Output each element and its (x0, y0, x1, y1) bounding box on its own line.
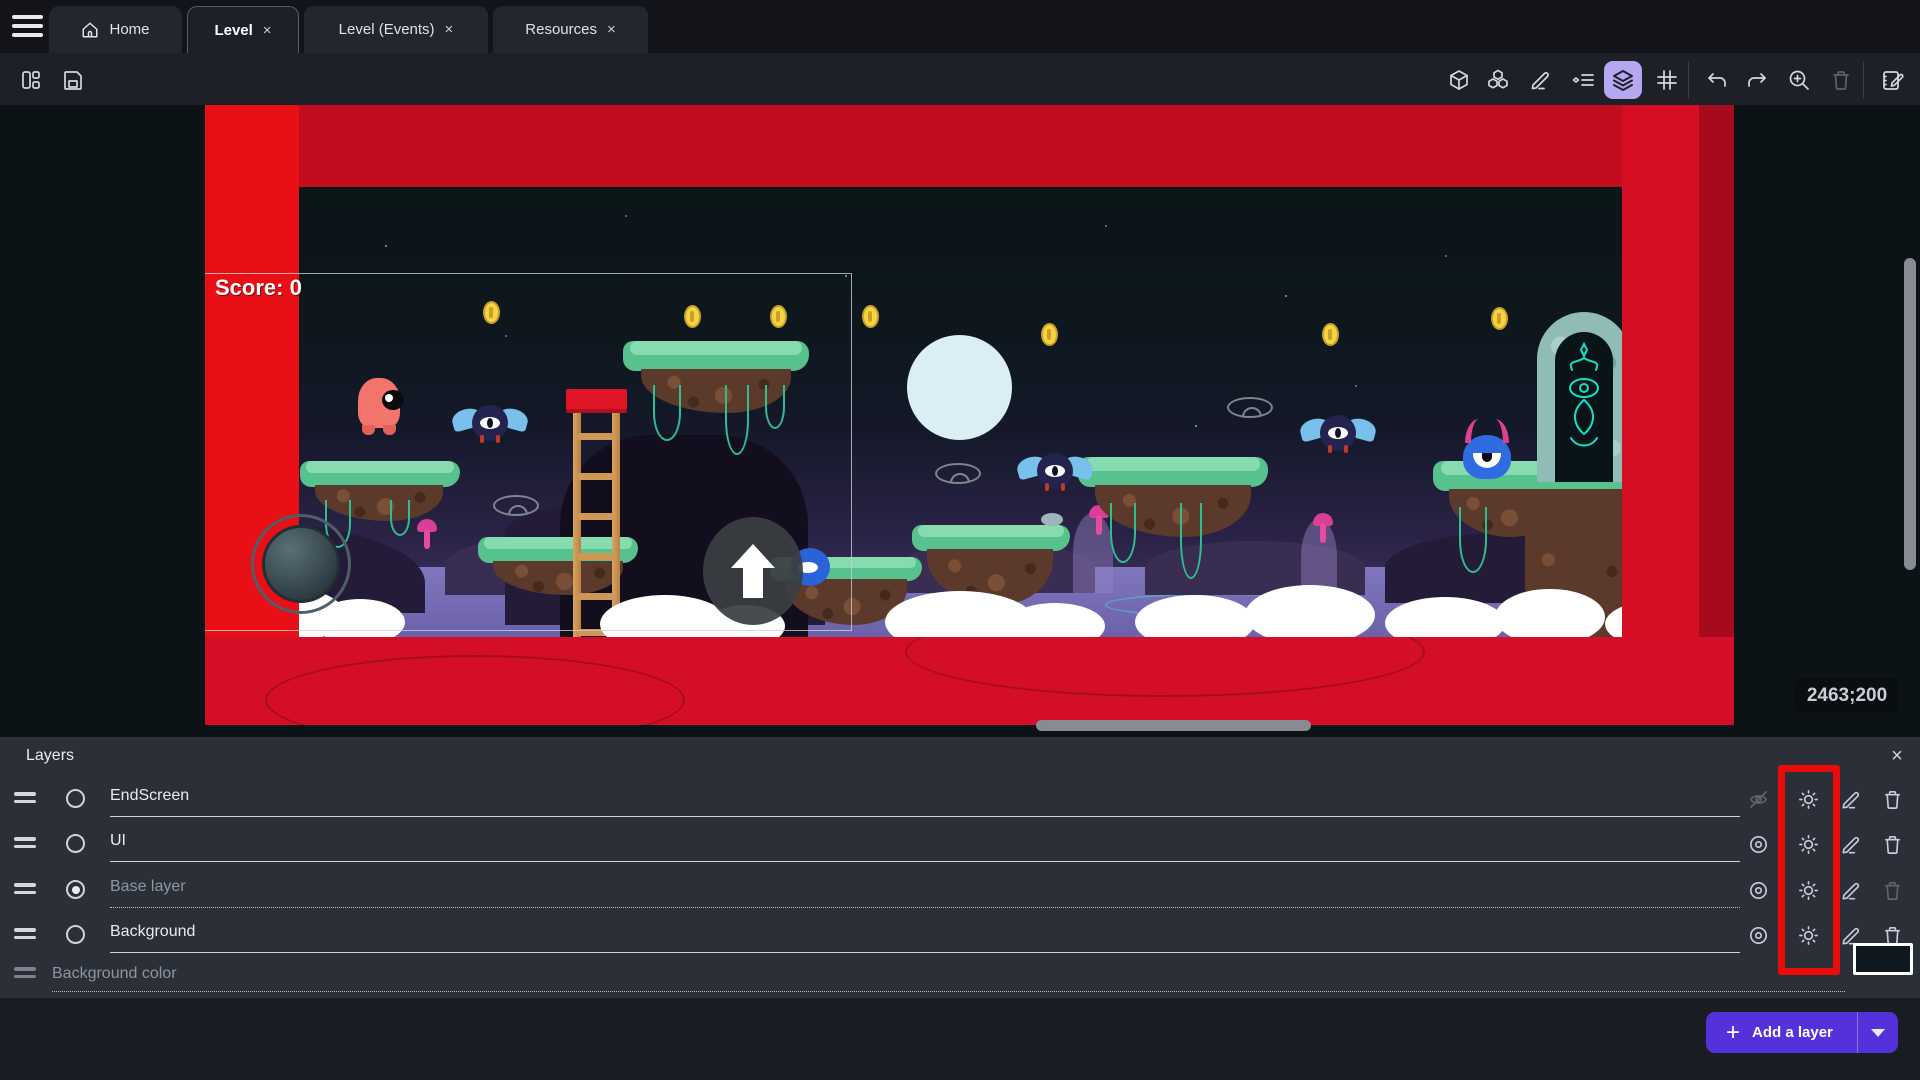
chevron-down-icon (1871, 1029, 1885, 1037)
spooky-eye (935, 463, 981, 484)
layer-select-radio[interactable] (66, 789, 85, 808)
layer-name-field[interactable]: EndScreen (110, 787, 1740, 817)
add-layer-button[interactable]: + Add a layer (1706, 1012, 1898, 1053)
arrow-up-icon (727, 542, 779, 600)
hamburger-menu-icon[interactable] (12, 15, 43, 38)
cursor-coordinates-badge: 2463;200 (1795, 678, 1899, 713)
plus-icon: + (1706, 1021, 1752, 1045)
editor-toolbar: Preview Publish (0, 53, 1920, 105)
add-layer-dropdown-button[interactable] (1858, 1029, 1898, 1037)
divider (52, 991, 1845, 992)
layer-row-base-layer: Base layer (0, 870, 1920, 910)
background-color-label: Background color (52, 965, 177, 983)
bat-enemy[interactable] (1300, 415, 1376, 455)
visibility-eye-off-icon[interactable] (1744, 785, 1772, 813)
layer-select-radio[interactable] (66, 925, 85, 944)
visibility-eye-icon[interactable] (1744, 921, 1772, 949)
close-icon[interactable]: × (445, 21, 454, 38)
game-scene: Score: 0 (205, 105, 1734, 725)
tab-label: Level (214, 22, 252, 39)
close-icon[interactable]: × (1884, 743, 1910, 769)
divider (1688, 61, 1689, 99)
virtual-joystick[interactable] (251, 514, 351, 614)
tab-level-events[interactable]: Level (Events) × (304, 6, 488, 53)
tab-level[interactable]: Level × (187, 6, 299, 53)
edit-pencil-icon[interactable] (1837, 876, 1865, 904)
rock (1041, 513, 1063, 526)
jump-button[interactable] (703, 517, 803, 625)
grid-icon[interactable] (1654, 67, 1680, 93)
drag-handle-icon[interactable] (14, 883, 36, 896)
visibility-eye-icon[interactable] (1744, 876, 1772, 904)
instances-list-icon[interactable] (1570, 67, 1596, 93)
lighting-sun-icon[interactable] (1794, 876, 1822, 904)
layer-select-radio[interactable] (66, 880, 85, 899)
platform[interactable] (912, 525, 1070, 551)
spooky-eye (1227, 397, 1273, 418)
layer-row-ui: UI (0, 824, 1920, 864)
edit-pencil-icon[interactable] (1528, 67, 1554, 93)
lighting-sun-icon[interactable] (1794, 830, 1822, 858)
layer-row-endscreen: EndScreen (0, 779, 1920, 819)
scene-editor-canvas[interactable]: Score: 0 2463;200 (0, 105, 1920, 737)
delete-trash-icon[interactable] (1878, 830, 1906, 858)
coin[interactable] (1322, 323, 1339, 346)
drag-handle-icon (14, 967, 36, 980)
tab-resources[interactable]: Resources × (493, 6, 648, 53)
score-hud-text[interactable]: Score: 0 (215, 275, 302, 301)
layer-name-field[interactable]: Background (110, 923, 1740, 953)
tab-label: Resources (525, 21, 597, 38)
lighting-sun-icon[interactable] (1794, 785, 1822, 813)
home-icon (81, 21, 99, 39)
tab-label: Home (109, 21, 149, 38)
tab-home[interactable]: Home (49, 6, 182, 53)
save-icon[interactable] (60, 67, 86, 93)
drag-handle-icon[interactable] (14, 837, 36, 850)
layer-name-field[interactable]: Base layer (110, 878, 1740, 908)
objects-cube-icon[interactable] (1446, 67, 1472, 93)
level-border-bottom[interactable] (205, 637, 1734, 725)
moon[interactable] (907, 335, 1012, 440)
close-icon[interactable]: × (263, 22, 272, 39)
layers-panel-title: Layers (26, 747, 74, 765)
coin[interactable] (1041, 323, 1058, 346)
scene-properties-icon[interactable] (1879, 67, 1905, 93)
layer-select-radio[interactable] (66, 834, 85, 853)
zoom-in-icon[interactable] (1786, 67, 1812, 93)
layer-row-background: Background (0, 915, 1920, 955)
delete-trash-icon[interactable] (1878, 785, 1906, 813)
redo-icon[interactable] (1744, 67, 1770, 93)
add-layer-label: Add a layer (1752, 1024, 1857, 1041)
background-color-swatch[interactable] (1853, 943, 1913, 975)
layers-panel: Layers × EndScreen UI (0, 737, 1920, 998)
coin[interactable] (862, 305, 879, 328)
portal-door[interactable] (1537, 312, 1631, 482)
horizontal-scrollbar[interactable] (1036, 720, 1311, 731)
layers-icon[interactable] (1604, 61, 1642, 99)
edit-pencil-icon[interactable] (1837, 830, 1865, 858)
delete-trash-icon (1878, 876, 1906, 904)
level-border-top[interactable] (205, 105, 1734, 187)
tab-bar: Home Level × Level (Events) × Resources … (0, 0, 1920, 53)
vertical-scrollbar[interactable] (1904, 258, 1916, 570)
panels-layout-icon[interactable] (18, 67, 44, 93)
horned-monster[interactable] (1463, 435, 1511, 479)
coin[interactable] (1491, 307, 1508, 330)
close-icon[interactable]: × (607, 21, 616, 38)
platform[interactable] (1078, 457, 1268, 487)
drag-handle-icon[interactable] (14, 928, 36, 941)
tab-label: Level (Events) (339, 21, 435, 38)
edit-pencil-icon[interactable] (1837, 785, 1865, 813)
delete-trash-icon[interactable] (1828, 67, 1854, 93)
visibility-eye-icon[interactable] (1744, 830, 1772, 858)
bottom-bar: + Add a layer (0, 998, 1920, 1080)
object-groups-icon[interactable] (1485, 67, 1511, 93)
background-color-row: Background color (0, 959, 1920, 995)
divider (1863, 61, 1864, 99)
drag-handle-icon[interactable] (14, 792, 36, 805)
bat-enemy[interactable] (1017, 453, 1093, 493)
lighting-sun-icon[interactable] (1794, 921, 1822, 949)
layer-name-field[interactable]: UI (110, 832, 1740, 862)
undo-icon[interactable] (1704, 67, 1730, 93)
